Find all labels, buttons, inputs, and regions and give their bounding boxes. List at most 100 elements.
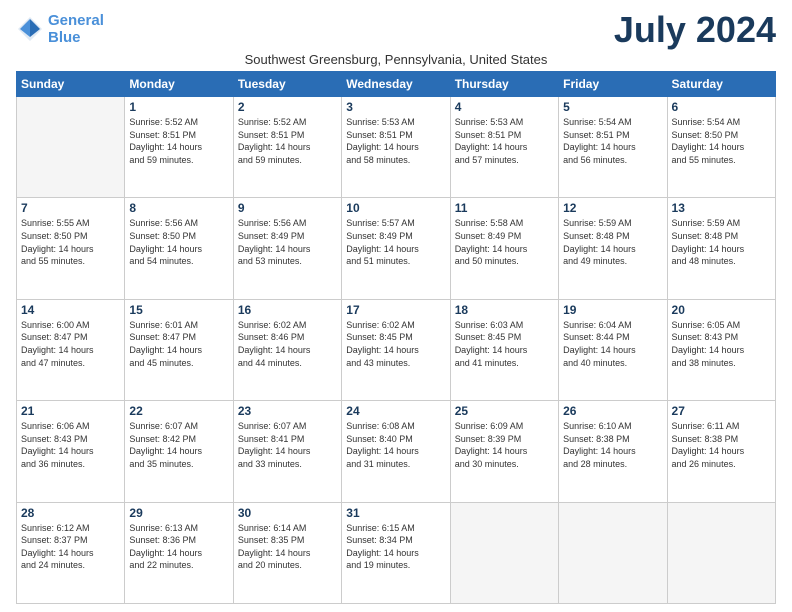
calendar-cell: 26Sunrise: 6:10 AM Sunset: 8:38 PM Dayli…: [559, 401, 667, 502]
calendar-week-row: 21 Sunrise: 6:06 AM Sunset: 8:43 PM Dayli…: [17, 401, 776, 502]
day-number: 7: [21, 201, 120, 215]
header: General Blue July 2024: [16, 12, 776, 48]
day-info: Sunrise: 6:05 AM Sunset: 8:43 PM Dayligh…: [672, 319, 771, 369]
calendar-cell: 5 Sunrise: 5:54 AM Sunset: 8:51 PM Daylig…: [559, 97, 667, 198]
day-number: 24: [346, 404, 445, 418]
day-info: Sunrise: 6:07 AM Sunset: 8:42 PM Dayligh…: [129, 420, 228, 470]
day-info: Sunrise: 6:03 AM Sunset: 8:45 PM Dayligh…: [455, 319, 554, 369]
calendar-cell: 1Sunrise: 5:52 AM Sunset: 8:51 PM Daylig…: [125, 97, 233, 198]
calendar-cell: 14Sunrise: 6:00 AM Sunset: 8:47 PM Dayli…: [17, 299, 125, 400]
day-info: Sunrise: 6:06 AM Sunset: 8:43 PM Dayligh…: [21, 420, 120, 470]
calendar-cell: 18 Sunrise: 6:03 AM Sunset: 8:45 PM Dayli…: [450, 299, 558, 400]
calendar-cell: 28Sunrise: 6:12 AM Sunset: 8:37 PM Dayli…: [17, 502, 125, 603]
calendar-cell: 9Sunrise: 5:56 AM Sunset: 8:49 PM Daylig…: [233, 198, 341, 299]
day-number: 2: [238, 100, 337, 114]
calendar-header-sunday: Sunday: [17, 72, 125, 97]
day-number: 21: [21, 404, 120, 418]
day-info: Sunrise: 6:04 AM Sunset: 8:44 PM Dayligh…: [563, 319, 662, 369]
calendar-cell: 17Sunrise: 6:02 AM Sunset: 8:45 PM Dayli…: [342, 299, 450, 400]
calendar-cell: 13 Sunrise: 5:59 AM Sunset: 8:48 PM Dayli…: [667, 198, 775, 299]
logo-icon: [16, 15, 44, 43]
day-number: 22: [129, 404, 228, 418]
day-number: 28: [21, 506, 120, 520]
calendar-cell: [17, 97, 125, 198]
day-number: 10: [346, 201, 445, 215]
calendar-cell: 29Sunrise: 6:13 AM Sunset: 8:36 PM Dayli…: [125, 502, 233, 603]
day-info: Sunrise: 6:02 AM Sunset: 8:46 PM Dayligh…: [238, 319, 337, 369]
day-number: 12: [563, 201, 662, 215]
calendar-header-thursday: Thursday: [450, 72, 558, 97]
day-info: Sunrise: 5:53 AM Sunset: 8:51 PM Dayligh…: [455, 116, 554, 166]
day-number: 5: [563, 100, 662, 114]
day-info: Sunrise: 5:54 AM Sunset: 8:50 PM Dayligh…: [672, 116, 771, 166]
calendar-header-row: SundayMondayTuesdayWednesdayThursdayFrid…: [17, 72, 776, 97]
day-info: Sunrise: 5:57 AM Sunset: 8:49 PM Dayligh…: [346, 217, 445, 267]
calendar-cell: [667, 502, 775, 603]
day-info: Sunrise: 6:13 AM Sunset: 8:36 PM Dayligh…: [129, 522, 228, 572]
calendar-cell: 30 Sunrise: 6:14 AM Sunset: 8:35 PM Dayli…: [233, 502, 341, 603]
calendar-header-saturday: Saturday: [667, 72, 775, 97]
page: General Blue July 2024 Southwest Greensb…: [0, 0, 792, 612]
calendar-cell: [559, 502, 667, 603]
day-info: Sunrise: 6:08 AM Sunset: 8:40 PM Dayligh…: [346, 420, 445, 470]
calendar-cell: 21 Sunrise: 6:06 AM Sunset: 8:43 PM Dayli…: [17, 401, 125, 502]
day-number: 6: [672, 100, 771, 114]
calendar-cell: 10 Sunrise: 5:57 AM Sunset: 8:49 PM Dayli…: [342, 198, 450, 299]
day-info: Sunrise: 5:58 AM Sunset: 8:49 PM Dayligh…: [455, 217, 554, 267]
day-info: Sunrise: 5:53 AM Sunset: 8:51 PM Dayligh…: [346, 116, 445, 166]
day-info: Sunrise: 6:01 AM Sunset: 8:47 PM Dayligh…: [129, 319, 228, 369]
day-info: Sunrise: 5:59 AM Sunset: 8:48 PM Dayligh…: [563, 217, 662, 267]
day-info: Sunrise: 6:14 AM Sunset: 8:35 PM Dayligh…: [238, 522, 337, 572]
day-info: Sunrise: 5:52 AM Sunset: 8:51 PM Dayligh…: [129, 116, 228, 166]
day-number: 13: [672, 201, 771, 215]
calendar-cell: 12 Sunrise: 5:59 AM Sunset: 8:48 PM Dayli…: [559, 198, 667, 299]
day-number: 27: [672, 404, 771, 418]
calendar-cell: 19 Sunrise: 6:04 AM Sunset: 8:44 PM Dayli…: [559, 299, 667, 400]
calendar-cell: 22 Sunrise: 6:07 AM Sunset: 8:42 PM Dayli…: [125, 401, 233, 502]
calendar-week-row: 7Sunrise: 5:55 AM Sunset: 8:50 PM Daylig…: [17, 198, 776, 299]
day-info: Sunrise: 5:59 AM Sunset: 8:48 PM Dayligh…: [672, 217, 771, 267]
day-number: 31: [346, 506, 445, 520]
title-area: July 2024: [614, 12, 776, 48]
calendar-cell: 11Sunrise: 5:58 AM Sunset: 8:49 PM Dayli…: [450, 198, 558, 299]
day-info: Sunrise: 5:56 AM Sunset: 8:50 PM Dayligh…: [129, 217, 228, 267]
calendar-cell: 24 Sunrise: 6:08 AM Sunset: 8:40 PM Dayli…: [342, 401, 450, 502]
day-number: 19: [563, 303, 662, 317]
day-info: Sunrise: 6:09 AM Sunset: 8:39 PM Dayligh…: [455, 420, 554, 470]
calendar-cell: 15 Sunrise: 6:01 AM Sunset: 8:47 PM Dayli…: [125, 299, 233, 400]
day-number: 20: [672, 303, 771, 317]
calendar-cell: 31Sunrise: 6:15 AM Sunset: 8:34 PM Dayli…: [342, 502, 450, 603]
calendar-header-friday: Friday: [559, 72, 667, 97]
calendar-week-row: 14Sunrise: 6:00 AM Sunset: 8:47 PM Dayli…: [17, 299, 776, 400]
logo-general: General: [48, 12, 104, 29]
calendar-header-tuesday: Tuesday: [233, 72, 341, 97]
day-number: 23: [238, 404, 337, 418]
calendar-cell: 25Sunrise: 6:09 AM Sunset: 8:39 PM Dayli…: [450, 401, 558, 502]
day-number: 4: [455, 100, 554, 114]
calendar-cell: 23 Sunrise: 6:07 AM Sunset: 8:41 PM Dayli…: [233, 401, 341, 502]
day-number: 18: [455, 303, 554, 317]
calendar: SundayMondayTuesdayWednesdayThursdayFrid…: [16, 71, 776, 604]
calendar-cell: [450, 502, 558, 603]
logo-blue: Blue: [48, 29, 81, 46]
calendar-week-row: 28Sunrise: 6:12 AM Sunset: 8:37 PM Dayli…: [17, 502, 776, 603]
day-number: 3: [346, 100, 445, 114]
calendar-cell: 6 Sunrise: 5:54 AM Sunset: 8:50 PM Daylig…: [667, 97, 775, 198]
day-number: 30: [238, 506, 337, 520]
calendar-cell: 2Sunrise: 5:52 AM Sunset: 8:51 PM Daylig…: [233, 97, 341, 198]
logo-text: General Blue: [48, 12, 104, 47]
day-number: 9: [238, 201, 337, 215]
calendar-cell: 4 Sunrise: 5:53 AM Sunset: 8:51 PM Daylig…: [450, 97, 558, 198]
day-info: Sunrise: 6:11 AM Sunset: 8:38 PM Dayligh…: [672, 420, 771, 470]
month-title: July 2024: [614, 12, 776, 48]
day-number: 26: [563, 404, 662, 418]
day-info: Sunrise: 5:54 AM Sunset: 8:51 PM Dayligh…: [563, 116, 662, 166]
day-number: 15: [129, 303, 228, 317]
calendar-cell: 7Sunrise: 5:55 AM Sunset: 8:50 PM Daylig…: [17, 198, 125, 299]
day-info: Sunrise: 6:07 AM Sunset: 8:41 PM Dayligh…: [238, 420, 337, 470]
location: Southwest Greensburg, Pennsylvania, Unit…: [16, 52, 776, 67]
calendar-cell: 27 Sunrise: 6:11 AM Sunset: 8:38 PM Dayli…: [667, 401, 775, 502]
day-number: 8: [129, 201, 228, 215]
calendar-header-wednesday: Wednesday: [342, 72, 450, 97]
logo: General Blue: [16, 12, 104, 47]
